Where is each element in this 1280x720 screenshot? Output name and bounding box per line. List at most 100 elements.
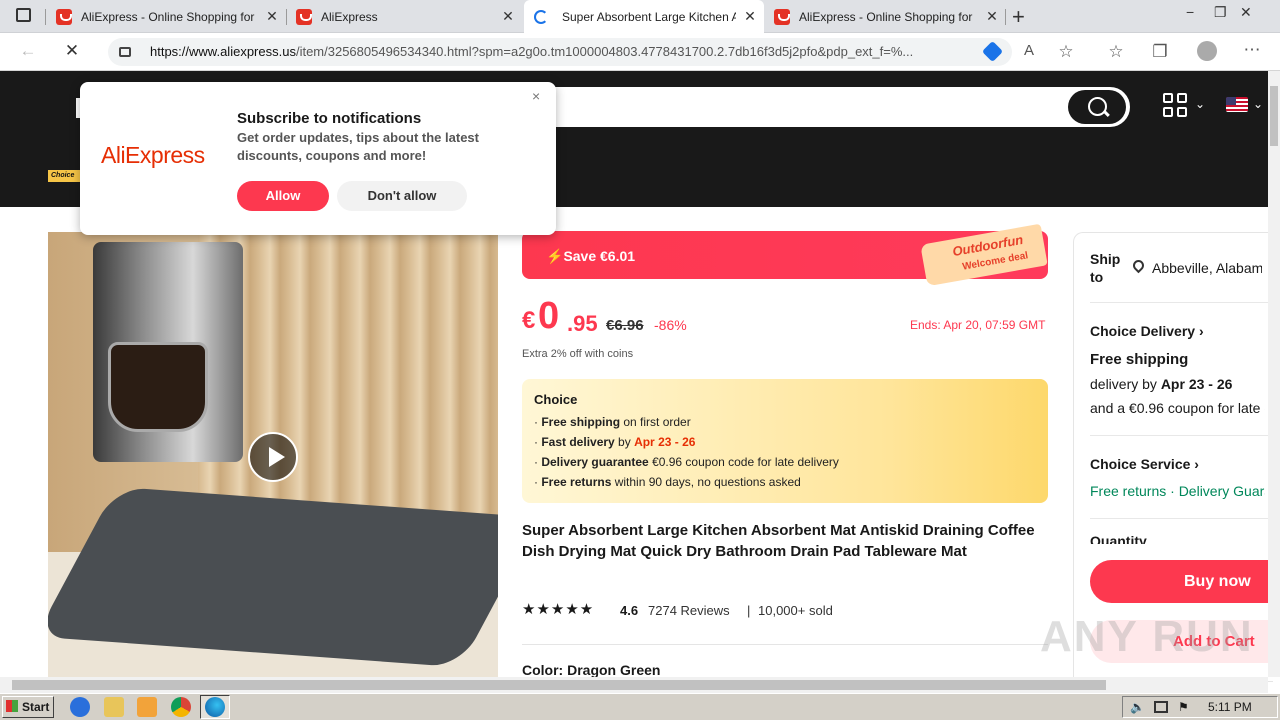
choice-line-free-shipping: · Free shipping on first order — [534, 415, 691, 429]
choice-line-returns: · Free returns within 90 days, no questi… — [534, 475, 801, 489]
service-links[interactable]: Free returns · Delivery Guarantee — [1090, 483, 1265, 499]
rating-stars-icon: ★★★★★ — [522, 601, 595, 618]
url-host: https://www.aliexpress.us — [150, 44, 296, 59]
tab-product-active[interactable]: Super Absorbent Large Kitchen A ✕ — [524, 0, 764, 33]
choice-delivery-link[interactable]: Choice Delivery › — [1090, 323, 1204, 339]
sold-count: 10,000+ sold — [758, 603, 833, 618]
minimize-button[interactable]: − — [1186, 4, 1194, 20]
back-button[interactable]: ← — [16, 41, 40, 61]
save-amount-text: Save €6.01 — [563, 248, 636, 264]
vertical-scrollbar[interactable] — [1268, 71, 1280, 677]
popup-title: Subscribe to notifications — [237, 110, 422, 127]
new-tab-button[interactable]: + — [1012, 4, 1025, 30]
image-drying-mat — [48, 486, 498, 668]
lightning-icon: ⚡ — [546, 248, 564, 264]
loading-spinner-icon — [534, 9, 548, 24]
price-integer: 0 — [538, 295, 560, 337]
app-qr-icon[interactable] — [1163, 93, 1189, 119]
reviews-link[interactable]: 7274 Reviews — [648, 603, 730, 618]
product-image[interactable] — [48, 232, 498, 677]
volume-icon[interactable]: 🔈 — [1130, 700, 1145, 714]
folder-icon[interactable] — [104, 697, 124, 717]
ship-to-label: Ship to — [1090, 251, 1121, 285]
restore-button[interactable]: ❐ — [1214, 4, 1227, 21]
url-path: /item/3256805496534340.html?spm=a2g0o.tm… — [295, 44, 914, 59]
save-amount: ⚡Save €6.01 — [546, 248, 635, 265]
tab-close-icon[interactable]: ✕ — [264, 8, 280, 25]
tab-aliexpress-1[interactable]: AliExpress - Online Shopping for ✕ — [56, 0, 280, 33]
watermark-text: ANY RUN — [1040, 612, 1254, 661]
tab-aliexpress-2[interactable]: AliExpress ✕ — [296, 0, 516, 33]
product-title: Super Absorbent Large Kitchen Absorbent … — [522, 522, 1035, 560]
aliexpress-favicon-icon — [56, 8, 72, 25]
deal-end-time: Ends: Apr 20, 07:59 GMT — [910, 318, 1046, 332]
tab-search-icon[interactable] — [16, 8, 31, 22]
chevron-down-icon[interactable]: ⌄ — [1195, 97, 1205, 111]
close-window-button[interactable]: ✕ — [1240, 4, 1252, 21]
tab-divider — [1005, 9, 1006, 25]
favorites-icon[interactable]: ☆ — [1104, 42, 1128, 62]
tab-close-icon[interactable]: ✕ — [984, 8, 1000, 25]
choice-line-fast-delivery: · Fast delivery by Apr 23 - 26 — [534, 435, 696, 449]
read-aloud-icon[interactable]: A — [1017, 42, 1041, 59]
discount-percent: -86% — [654, 317, 687, 333]
internet-explorer-icon[interactable] — [70, 697, 90, 717]
ship-location[interactable]: Abbeville, Alabama — [1152, 260, 1262, 276]
choice-service-link[interactable]: Choice Service › — [1090, 456, 1199, 472]
rating-value: 4.6 — [620, 603, 639, 618]
chevron-right-icon: › — [1198, 323, 1204, 339]
rating-separator: | — [747, 603, 751, 618]
clock: 5:11 PM — [1208, 700, 1252, 714]
choice-badge: Choice — [48, 170, 84, 182]
popup-body: Get order updates, tips about the latest… — [237, 130, 479, 163]
us-flag-icon[interactable] — [1226, 97, 1248, 112]
choice-heading: Choice — [534, 392, 578, 407]
original-price: €6.96 — [606, 317, 644, 334]
lock-icon[interactable] — [119, 47, 131, 57]
dont-allow-button[interactable]: Don't allow — [337, 181, 467, 211]
tab-close-icon[interactable]: ✕ — [742, 8, 758, 25]
coins-offer: Extra 2% off with coins — [522, 348, 634, 360]
divider — [1090, 435, 1270, 436]
windows-logo-icon — [6, 700, 18, 712]
choice-line-guarantee: · Delivery guarantee €0.96 coupon code f… — [534, 455, 839, 469]
buy-now-button[interactable]: Buy now — [1090, 560, 1280, 603]
allow-button[interactable]: Allow — [237, 181, 329, 211]
media-player-icon[interactable] — [137, 697, 157, 717]
settings-more-icon[interactable]: ⋯ — [1240, 40, 1264, 60]
delivery-date-text: delivery by Apr 23 - 26 — [1090, 376, 1233, 392]
price-currency: € — [522, 307, 536, 334]
aliexpress-favicon-icon — [774, 8, 790, 25]
chevron-right-icon: › — [1194, 456, 1199, 472]
price-decimal: .95 — [567, 311, 598, 336]
chevron-down-icon[interactable]: ⌄ — [1253, 97, 1263, 111]
divider — [1090, 302, 1270, 303]
url-text[interactable]: https://www.aliexpress.us/item/325680549… — [150, 44, 980, 59]
play-video-icon[interactable] — [248, 432, 298, 482]
free-shipping-text: Free shipping — [1090, 351, 1189, 368]
add-favorite-icon[interactable]: ☆ — [1054, 42, 1078, 62]
flag-icon[interactable]: ⚑ — [1178, 700, 1189, 714]
collections-icon[interactable]: ❐ — [1148, 42, 1172, 62]
tab-divider — [286, 9, 287, 25]
search-icon[interactable] — [1068, 90, 1126, 124]
late-delivery-coupon-text: and a €0.96 coupon for late delivery — [1090, 400, 1265, 416]
aliexpress-favicon-icon — [296, 8, 312, 25]
divider — [522, 644, 1048, 645]
taskbar — [0, 693, 1280, 720]
horizontal-scroll-thumb[interactable] — [12, 680, 1106, 690]
image-coffee-carafe — [108, 342, 208, 432]
profile-avatar[interactable] — [1197, 41, 1217, 61]
tab-aliexpress-3[interactable]: AliExpress - Online Shopping for ✕ — [774, 0, 1000, 33]
stop-loading-button[interactable]: ✕ — [60, 41, 84, 61]
system-tray — [1122, 696, 1278, 718]
aliexpress-logo: AliExpress — [101, 142, 205, 168]
search-input[interactable] — [520, 87, 1130, 127]
divider — [1090, 518, 1270, 519]
close-icon[interactable]: × — [532, 88, 540, 104]
network-icon[interactable] — [1154, 701, 1168, 713]
color-selection-label: Color: Dragon Green — [522, 662, 661, 678]
tab-close-icon[interactable]: ✕ — [500, 8, 516, 25]
chrome-icon[interactable] — [171, 697, 191, 717]
vertical-scroll-thumb[interactable] — [1270, 86, 1278, 146]
